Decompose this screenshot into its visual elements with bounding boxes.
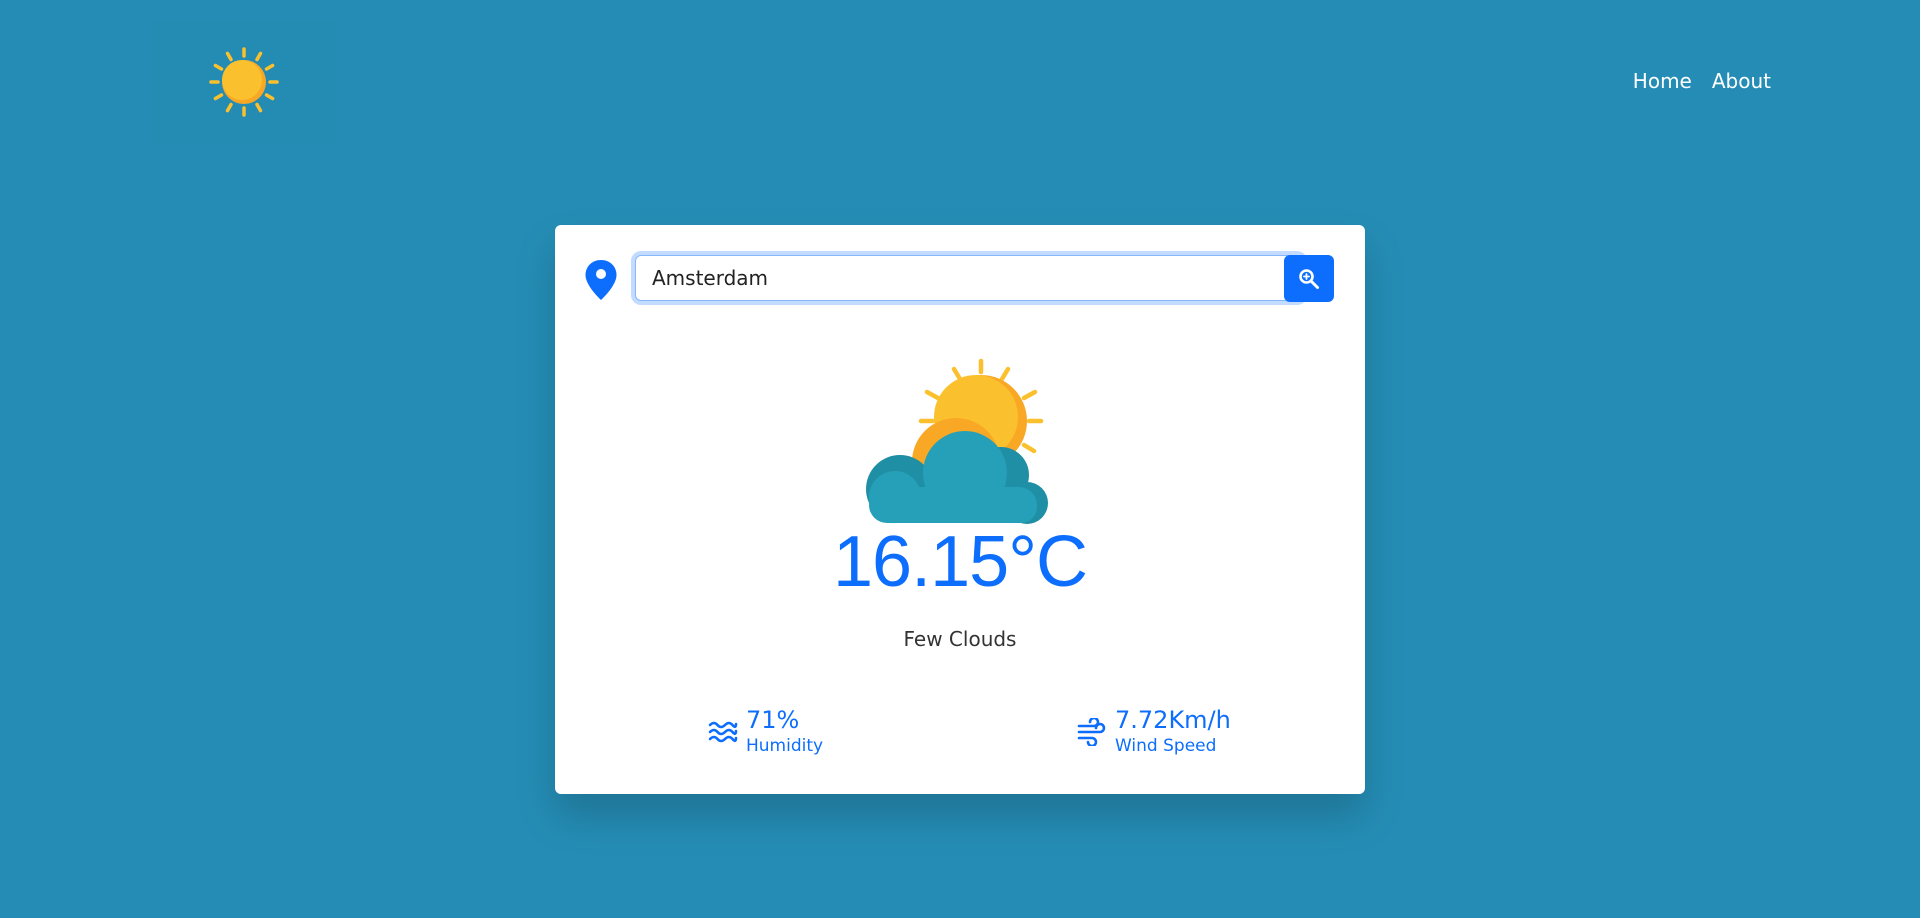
top-nav: Home About xyxy=(1633,69,1771,93)
wind-stat: 7.72Km/h Wind Speed xyxy=(1077,706,1231,758)
sun-logo-icon xyxy=(209,47,279,117)
partly-cloudy-icon xyxy=(866,358,1048,524)
search-button[interactable] xyxy=(1284,255,1334,302)
search-icon xyxy=(1299,268,1319,289)
wind-speed-value: 7.72Km/h xyxy=(1115,706,1231,734)
nav-home-link[interactable]: Home xyxy=(1633,69,1692,93)
city-search-input[interactable] xyxy=(635,255,1303,301)
humidity-value: 71% xyxy=(746,706,800,734)
humidity-waves-icon xyxy=(708,721,738,743)
nav-about-link[interactable]: About xyxy=(1712,69,1771,93)
humidity-label: Humidity xyxy=(746,736,824,756)
weather-card: 16.15°C Few Clouds 71% Humidity 7.72Km/h… xyxy=(555,225,1365,794)
weather-description: Few Clouds xyxy=(903,627,1017,651)
temperature-value: 16.15°C xyxy=(833,522,1088,602)
logo[interactable] xyxy=(152,20,336,144)
wind-speed-label: Wind Speed xyxy=(1115,736,1217,756)
wind-icon xyxy=(1077,718,1106,746)
humidity-stat: 71% Humidity xyxy=(708,706,823,758)
location-pin-icon xyxy=(585,260,617,300)
